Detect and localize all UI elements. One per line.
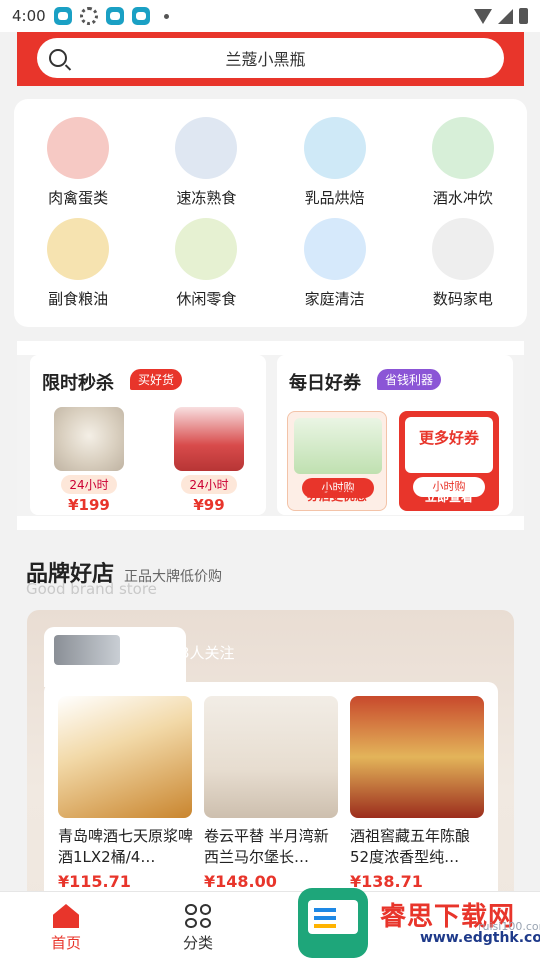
product-name: 青岛啤酒七天原浆啤酒1LX2桶/4… xyxy=(58,827,194,866)
category-item[interactable]: 乳品烘焙 xyxy=(271,117,399,218)
more-coupons-card[interactable]: 更多好券 小时购 立即查看 xyxy=(399,411,499,511)
nav-category[interactable]: 分类 xyxy=(158,904,238,953)
milk-icon xyxy=(303,117,366,179)
category-item[interactable]: 数码家电 xyxy=(399,218,527,319)
category-label: 副食粮油 xyxy=(48,290,109,308)
coupon-inner: 更多好券 xyxy=(405,417,493,473)
brand-product-list: 青岛啤酒七天原浆啤酒1LX2桶/4… ¥115.71 卷云平替 半月湾新西兰马尔… xyxy=(44,682,498,910)
battery-icon xyxy=(519,8,528,24)
watermark-site: www.edgthk.com xyxy=(420,930,540,946)
vegetable-image xyxy=(294,418,382,474)
search-icon xyxy=(49,49,67,67)
category-item[interactable]: 副食粮油 xyxy=(14,218,142,319)
product-name: 卷云平替 半月湾新西兰马尔堡长… xyxy=(204,827,329,866)
flash-sale-item[interactable]: 24小时 ¥99 xyxy=(164,407,254,514)
settings-gear-icon xyxy=(79,7,98,25)
product-card[interactable]: 青岛啤酒七天原浆啤酒1LX2桶/4… ¥115.71 xyxy=(58,696,194,891)
category-item[interactable]: 家庭清洁 xyxy=(271,218,399,319)
snack-icon xyxy=(175,218,238,280)
follower-count: 3人关注 xyxy=(180,644,235,662)
app-notification-icon xyxy=(53,7,72,25)
category-item[interactable]: 酒水冲饮 xyxy=(399,117,527,218)
cleaning-icon xyxy=(303,218,366,280)
search-header: 兰蔻小黑瓶 xyxy=(17,32,524,86)
product-card[interactable]: 卷云平替 半月湾新西兰马尔堡长… ¥148.00 xyxy=(204,696,340,891)
gift-jar-image xyxy=(174,407,244,471)
category-item[interactable]: 休闲零食 xyxy=(142,218,270,319)
category-item[interactable]: 肉禽蛋类 xyxy=(14,117,142,218)
category-label: 速冻熟食 xyxy=(176,189,237,207)
flash-sale-item[interactable]: 24小时 ¥199 xyxy=(44,407,134,514)
brand-logo xyxy=(54,635,120,665)
daily-coupon-title: 每日好券 xyxy=(289,373,361,394)
speaker-icon xyxy=(431,218,494,280)
nav-category-label: 分类 xyxy=(182,934,213,952)
flash-sale-card[interactable]: 限时秒杀 买好货 24小时 ¥199 24小时 ¥99 xyxy=(30,355,266,515)
flash-sale-price: ¥99 xyxy=(193,496,225,514)
watermark-logo-icon xyxy=(298,888,368,958)
product-name: 酒祖窖藏五年陈酿52度浓香型纯… xyxy=(350,827,471,866)
search-input[interactable]: 兰蔻小黑瓶 xyxy=(37,38,504,78)
category-item[interactable]: 速冻熟食 xyxy=(142,117,270,218)
category-grid: 肉禽蛋类 速冻熟食 乳品烘焙 酒水冲饮 副食粮油 休闲零食 家庭清洁 数码家电 xyxy=(14,99,527,327)
more-notifications-icon xyxy=(163,13,169,19)
category-label: 肉禽蛋类 xyxy=(48,189,109,207)
product-price: ¥138.71 xyxy=(350,872,423,891)
product-card[interactable]: 酒祖窖藏五年陈酿52度浓香型纯… ¥138.71 xyxy=(350,696,486,891)
more-coupons-heading: 更多好券 xyxy=(418,429,479,447)
app-notification-icon xyxy=(131,7,150,25)
status-time: 4:00 xyxy=(12,7,46,25)
flash-sale-tag: 买好货 xyxy=(130,369,183,390)
promo-section: 限时秒杀 买好货 24小时 ¥199 24小时 ¥99 每日好券 省钱利器 小时… xyxy=(17,341,524,530)
category-grid-icon xyxy=(185,904,211,928)
view-now-link[interactable]: 立即查看 xyxy=(399,488,499,505)
baijiu-product-image xyxy=(350,696,484,818)
daily-coupon-tag: 省钱利器 xyxy=(377,369,442,390)
category-label: 乳品烘焙 xyxy=(304,189,365,207)
flash-sale-title: 限时秒杀 xyxy=(42,373,114,394)
beer-product-image xyxy=(58,696,192,818)
brand-logo-card xyxy=(44,627,186,687)
product-price: ¥115.71 xyxy=(58,872,131,891)
wine-product-image xyxy=(204,696,338,818)
category-label: 酒水冲饮 xyxy=(432,189,493,207)
home-icon xyxy=(53,904,79,928)
nav-home[interactable]: 首页 xyxy=(26,904,106,953)
drinks-icon xyxy=(431,117,494,179)
frozen-food-icon xyxy=(175,117,238,179)
search-placeholder: 兰蔻小黑瓶 xyxy=(225,50,306,69)
coupon-card[interactable]: 小时购 券后更优惠 xyxy=(287,411,387,511)
coupon-caption: 券后更优惠 xyxy=(306,489,367,503)
wifi-icon xyxy=(474,8,492,24)
app-notification-icon xyxy=(105,7,124,25)
category-label: 数码家电 xyxy=(432,290,493,308)
daily-coupon-card[interactable]: 每日好券 省钱利器 小时购 券后更优惠 更多好券 小时购 立即查看 xyxy=(277,355,513,515)
nav-home-label: 首页 xyxy=(50,934,81,952)
cell-signal-icon xyxy=(498,8,513,24)
flash-sale-price: ¥199 xyxy=(68,496,110,514)
brand-store-card[interactable]: 3人关注 青岛啤酒七天原浆啤酒1LX2桶/4… ¥115.71 卷云平替 半月湾… xyxy=(27,610,514,910)
oil-icon xyxy=(47,218,110,280)
cream-jar-image xyxy=(54,407,124,471)
brand-section-title-en: Good brand store xyxy=(26,580,157,598)
meat-icon xyxy=(47,117,110,179)
category-label: 家庭清洁 xyxy=(304,290,365,308)
status-bar: 4:00 xyxy=(0,0,540,32)
category-label: 休闲零食 xyxy=(176,290,237,308)
flash-sale-badge: 24小时 xyxy=(181,475,237,494)
flash-sale-badge: 24小时 xyxy=(61,475,117,494)
